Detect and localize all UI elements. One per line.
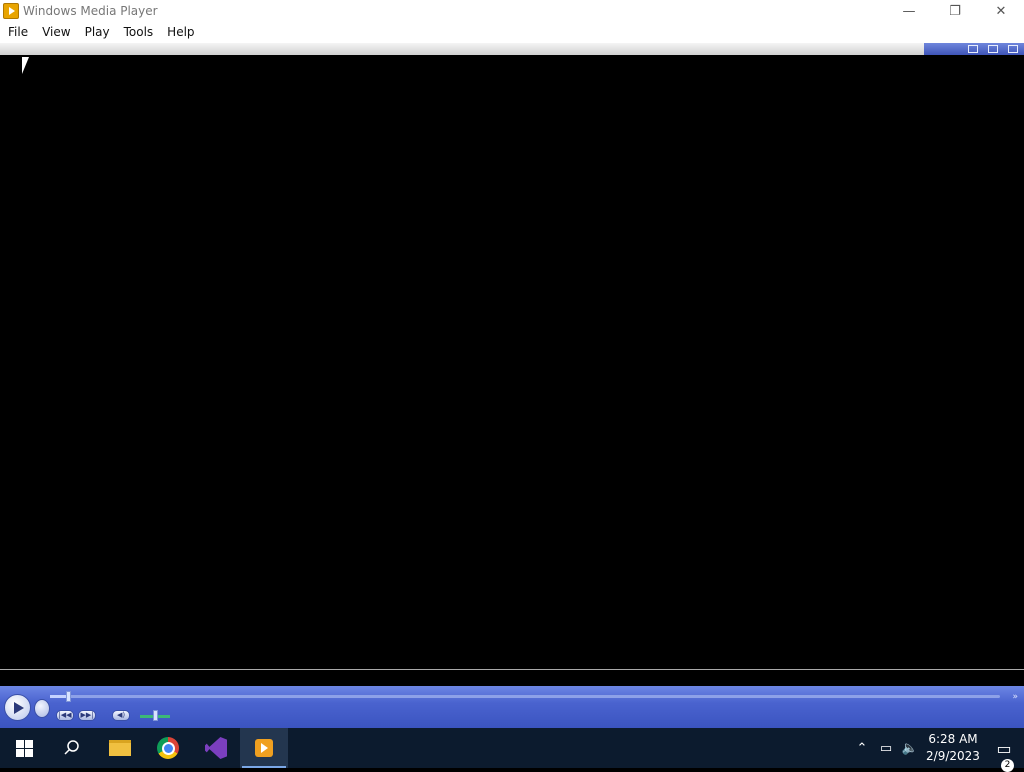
volume-icon[interactable]: 🔈: [898, 741, 922, 756]
media-player-icon: [255, 739, 273, 757]
menu-file[interactable]: File: [0, 22, 35, 43]
window-controls: — ❐ ✕: [886, 0, 1024, 22]
search-icon: [64, 740, 79, 755]
taskbar: ⌃ ▭ 🔈 6:28 AM 2/9/2023 ▭ 2: [0, 728, 1024, 772]
stop-button[interactable]: [34, 699, 50, 718]
taskbar-visual-studio[interactable]: [192, 728, 240, 768]
menu-play[interactable]: Play: [78, 22, 117, 43]
next-button[interactable]: ▶▶|: [78, 710, 96, 721]
switch-to-library-icon[interactable]: [968, 45, 978, 53]
start-button[interactable]: [0, 728, 48, 768]
menu-help[interactable]: Help: [160, 22, 201, 43]
minimize-button[interactable]: —: [886, 0, 932, 22]
volume-thumb[interactable]: [153, 710, 158, 721]
seek-thumb[interactable]: [66, 691, 71, 702]
chrome-icon: [157, 737, 179, 759]
taskbar-file-explorer[interactable]: [96, 728, 144, 768]
notification-icon: ▭: [996, 738, 1012, 758]
menu-bar: File View Play Tools Help: [0, 22, 1024, 43]
window-title: Windows Media Player: [23, 4, 158, 18]
view-mode-switcher: [924, 43, 1024, 55]
mouse-cursor: [22, 57, 29, 74]
menu-view[interactable]: View: [35, 22, 77, 43]
clock-time: 6:28 AM: [928, 732, 978, 746]
folder-icon: [109, 740, 131, 756]
restore-button[interactable]: ❐: [932, 0, 978, 22]
full-mode-icon[interactable]: [1008, 45, 1018, 53]
video-display-area[interactable]: [0, 55, 1024, 669]
notification-count-badge: 2: [1001, 758, 1014, 772]
seek-bar[interactable]: [50, 695, 1000, 698]
chevron-up-icon[interactable]: ⌃: [850, 741, 874, 756]
mute-button[interactable]: ◀): [112, 710, 130, 721]
previous-button[interactable]: |◀◀: [56, 710, 74, 721]
visual-studio-icon: [205, 737, 227, 759]
clock[interactable]: 6:28 AM 2/9/2023: [922, 731, 984, 765]
menu-tools[interactable]: Tools: [117, 22, 161, 43]
search-button[interactable]: [48, 728, 96, 768]
title-bar: Windows Media Player — ❐ ✕: [0, 0, 1024, 22]
skin-mode-icon[interactable]: [988, 45, 998, 53]
windows-logo-icon: [15, 739, 33, 757]
taskbar-chrome[interactable]: [144, 728, 192, 768]
system-tray: ⌃ ▭ 🔈 6:28 AM 2/9/2023 ▭ 2: [850, 728, 1024, 772]
video-divider: [0, 669, 1024, 670]
toolbar-strip: [0, 43, 1024, 55]
playback-controls-bar: » |◀◀ ▶▶| ◀): [0, 686, 1024, 728]
taskbar-media-player[interactable]: [240, 728, 288, 768]
media-player-app-icon[interactable]: [3, 3, 19, 19]
expand-controls-icon[interactable]: »: [1012, 692, 1018, 702]
close-button[interactable]: ✕: [978, 0, 1024, 22]
network-icon[interactable]: ▭: [874, 741, 898, 756]
play-button[interactable]: [4, 694, 31, 721]
action-center-button[interactable]: ▭ 2: [984, 738, 1024, 772]
clock-date: 2/9/2023: [926, 749, 980, 763]
